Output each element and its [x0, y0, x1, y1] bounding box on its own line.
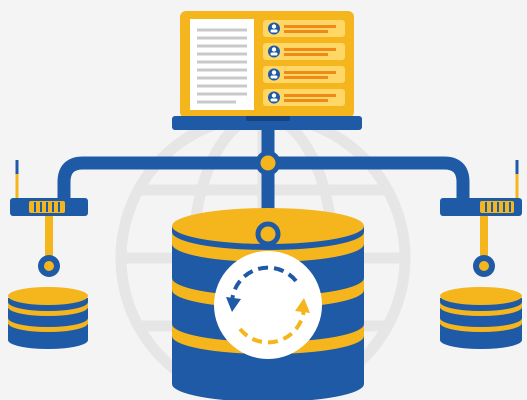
user-row: [263, 89, 345, 106]
user-row: [263, 66, 345, 83]
sync-icon: [214, 251, 322, 359]
user-row: [263, 43, 345, 60]
document-icon: [190, 19, 254, 110]
laptop-icon: [172, 11, 362, 130]
cable-junction-node: [255, 150, 281, 176]
database-icon-right: [440, 287, 522, 349]
router-stem-left: [45, 216, 53, 256]
user-row: [263, 20, 345, 37]
network-database-illustration: [0, 0, 527, 400]
router-stem-right: [480, 216, 488, 256]
connector-node-center: [255, 221, 281, 247]
database-icon-left: [8, 287, 88, 349]
